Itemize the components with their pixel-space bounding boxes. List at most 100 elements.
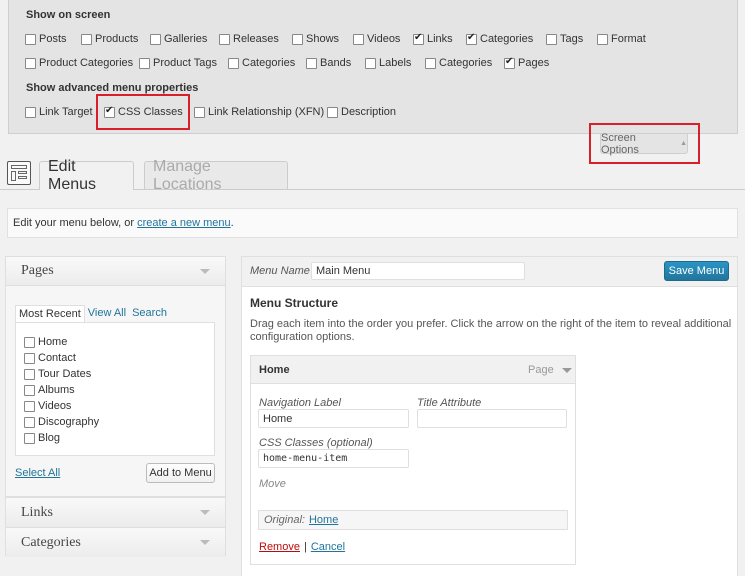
menu-name-input[interactable]: Main Menu [311, 262, 525, 280]
chevron-down-icon[interactable] [200, 540, 210, 545]
tab-search[interactable]: Search [129, 305, 170, 323]
pages-panel-header[interactable]: Pages [6, 257, 225, 286]
tab-view-all[interactable]: View All [85, 305, 129, 323]
page-item-contact[interactable]: Contact [24, 352, 76, 364]
links-panel-header[interactable]: Links [6, 498, 225, 527]
screen-option-label: Categories [439, 57, 493, 69]
screen-option-pages[interactable]: Pages [504, 56, 549, 69]
menus-screen-icon [7, 161, 31, 185]
page-item-label: Albums [38, 384, 75, 396]
pages-tabs: Most Recent View All Search [15, 305, 170, 323]
checkbox[interactable] [24, 352, 35, 364]
checkbox[interactable] [150, 33, 161, 45]
checkbox[interactable] [139, 57, 150, 69]
checkbox[interactable] [24, 432, 35, 444]
screen-option-videos[interactable]: Videos [353, 33, 400, 45]
checkbox[interactable] [413, 32, 424, 45]
screen-option-bands[interactable]: Bands [306, 57, 351, 69]
original-link[interactable]: Home [309, 514, 338, 526]
screen-option-products[interactable]: Products [81, 33, 138, 45]
css-classes-input[interactable]: home-menu-item [258, 449, 409, 468]
page-item-videos[interactable]: Videos [24, 400, 71, 412]
save-menu-button[interactable]: Save Menu [664, 261, 729, 281]
screen-option-categories[interactable]: Categories [228, 57, 295, 69]
checkbox[interactable] [25, 106, 36, 118]
screen-option-label: Categories [480, 33, 534, 45]
links-panel-title: Links [21, 504, 53, 520]
checkbox[interactable] [25, 57, 36, 69]
page-item-blog[interactable]: Blog [24, 432, 60, 444]
screen-option-label: Videos [367, 33, 401, 45]
screen-option-releases[interactable]: Releases [219, 33, 279, 45]
edit-menu-notice: Edit your menu below, or create a new me… [7, 208, 738, 238]
screen-option-posts[interactable]: Posts [25, 33, 67, 45]
menu-item-handle[interactable] [251, 356, 575, 384]
screen-option-links[interactable]: Links [413, 32, 453, 45]
checkbox[interactable] [24, 416, 35, 428]
checkbox[interactable] [24, 384, 35, 396]
screen-option-labels[interactable]: Labels [365, 57, 411, 69]
screen-option-categories[interactable]: Categories [425, 57, 492, 69]
page-item-discography[interactable]: Discography [24, 416, 99, 428]
add-to-menu-button[interactable]: Add to Menu [146, 463, 215, 483]
screen-option-product-tags[interactable]: Product Tags [139, 57, 217, 69]
checkbox[interactable] [353, 33, 364, 45]
checkbox[interactable] [24, 368, 35, 380]
checkbox[interactable] [365, 57, 376, 69]
nav-label-input[interactable]: Home [258, 409, 409, 428]
checkbox[interactable] [24, 336, 35, 348]
screen-option-format[interactable]: Format [597, 33, 646, 45]
checkbox[interactable] [104, 105, 115, 118]
checkbox[interactable] [546, 33, 557, 45]
title-attribute-input[interactable] [417, 409, 567, 428]
screen-option-css-classes[interactable]: CSS Classes [104, 105, 183, 118]
checkbox[interactable] [504, 56, 515, 69]
checkbox[interactable] [81, 33, 92, 45]
tab-manage-locations[interactable]: Manage Locations [144, 158, 288, 193]
checkbox[interactable] [466, 32, 477, 45]
checkbox[interactable] [425, 57, 436, 69]
screen-option-product-categories[interactable]: Product Categories [25, 57, 133, 69]
screen-option-label: Description [341, 106, 397, 118]
checkbox[interactable] [597, 33, 608, 45]
screen-option-tags[interactable]: Tags [546, 33, 583, 45]
checkbox[interactable] [292, 33, 303, 45]
links-panel: Links [5, 497, 226, 527]
screen-option-label: Galleries [164, 33, 208, 45]
checkbox[interactable] [24, 400, 35, 412]
menu-item-title: Home [259, 364, 290, 376]
create-new-menu-link[interactable]: create a new menu [137, 217, 231, 229]
page-item-label: Tour Dates [38, 368, 92, 380]
checkbox[interactable] [25, 33, 36, 45]
categories-panel-header[interactable]: Categories [6, 528, 225, 557]
screen-option-link-target[interactable]: Link Target [25, 106, 93, 118]
checkbox[interactable] [306, 57, 317, 69]
screen-option-categories[interactable]: Categories [466, 32, 534, 45]
tab-edit-menus[interactable]: Edit Menus [39, 158, 134, 193]
menu-instructions-2: configuration options. [250, 331, 355, 343]
screen-option-shows[interactable]: Shows [292, 33, 339, 45]
page-item-albums[interactable]: Albums [24, 384, 75, 396]
checkbox[interactable] [219, 33, 230, 45]
item-toggle-arrow-icon[interactable] [561, 367, 572, 373]
screen-option-galleries[interactable]: Galleries [150, 33, 207, 45]
checkbox[interactable] [228, 57, 239, 69]
menu-name-label: Menu Name [250, 265, 310, 277]
screen-option-label: Releases [233, 33, 279, 45]
screen-option-link-relationship-xfn[interactable]: Link Relationship (XFN) [194, 106, 324, 118]
checkbox[interactable] [327, 106, 338, 118]
select-all-link[interactable]: Select All [15, 467, 60, 479]
screen-option-description[interactable]: Description [327, 106, 396, 118]
screen-options-toggle[interactable]: Screen Options ▲ [600, 132, 688, 156]
tab-most-recent[interactable]: Most Recent [15, 305, 85, 323]
screen-option-label: Product Tags [153, 57, 218, 69]
page-item-home[interactable]: Home [24, 336, 67, 348]
page-item-tour-dates[interactable]: Tour Dates [24, 368, 91, 380]
screen-option-label: Bands [320, 57, 352, 69]
chevron-down-icon[interactable] [200, 268, 210, 274]
checkbox[interactable] [194, 106, 205, 118]
remove-link[interactable]: Remove [259, 541, 300, 553]
caret-up-icon: ▲ [680, 140, 687, 147]
chevron-down-icon[interactable] [200, 510, 210, 515]
cancel-link[interactable]: Cancel [311, 541, 345, 553]
